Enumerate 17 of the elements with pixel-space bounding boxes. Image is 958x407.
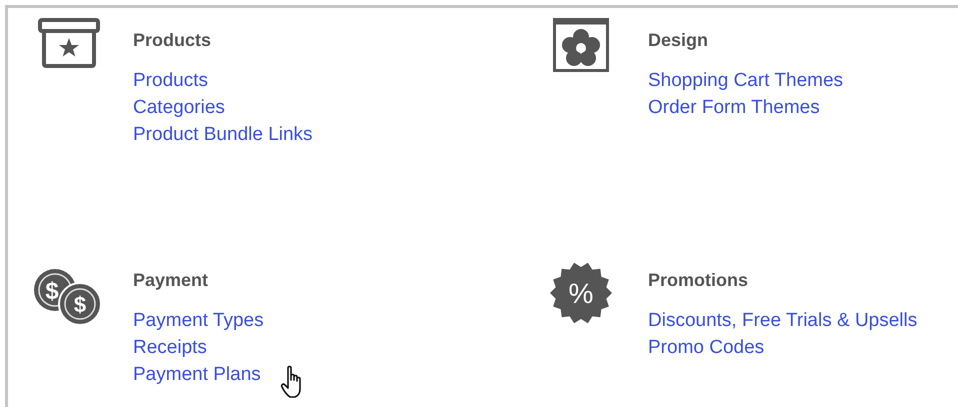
menu-link[interactable]: Product Bundle Links bbox=[133, 121, 313, 148]
menu-link[interactable]: Order Form Themes bbox=[648, 94, 820, 121]
menu-link[interactable]: Products bbox=[133, 67, 208, 94]
menu-link[interactable]: Payment Plans bbox=[133, 361, 261, 388]
section-heading: Design bbox=[648, 29, 710, 52]
menu-link[interactable]: Payment Types bbox=[133, 307, 264, 334]
section-heading: Products bbox=[133, 29, 212, 52]
menu-link[interactable]: Shopping Cart Themes bbox=[648, 67, 844, 94]
menu-link[interactable]: Receipts bbox=[133, 334, 207, 361]
menu-link[interactable]: Promo Codes bbox=[648, 334, 764, 361]
section-heading: Promotions bbox=[648, 269, 750, 292]
section-heading: Payment bbox=[133, 269, 210, 292]
menu-link[interactable]: Discounts, Free Trials & Upsells bbox=[648, 307, 918, 334]
menu-link[interactable]: Categories bbox=[133, 94, 225, 121]
percent-badge-icon: % bbox=[549, 261, 613, 325]
flower-icon bbox=[553, 18, 609, 72]
star-box-icon bbox=[38, 18, 100, 68]
